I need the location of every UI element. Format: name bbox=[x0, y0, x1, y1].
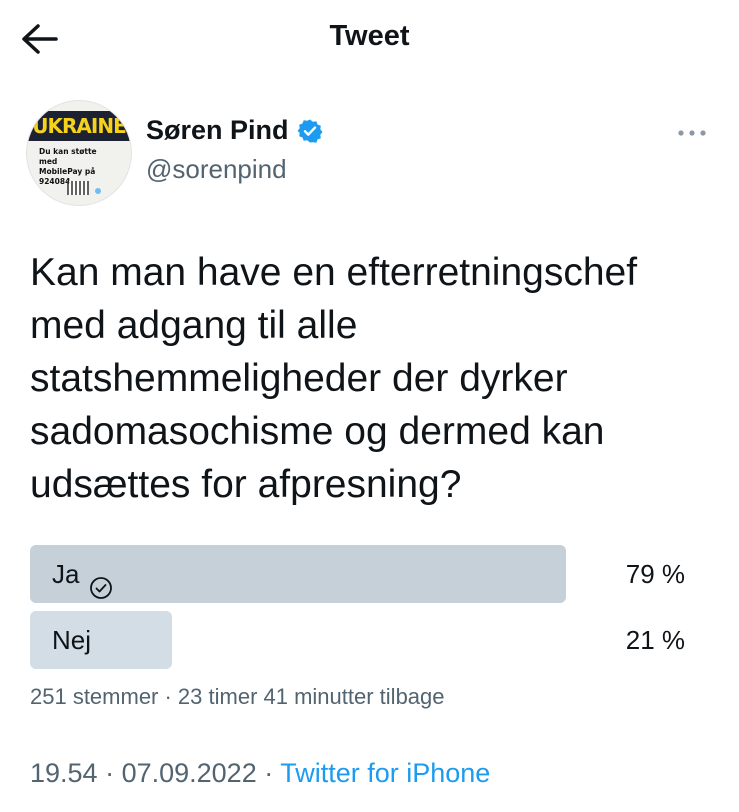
tweet-text: Kan man have en efterretningschef med ad… bbox=[30, 251, 638, 506]
poll-option-percent: 79 % bbox=[625, 559, 685, 589]
poll-option-label: Ja bbox=[52, 545, 113, 603]
check-circle-icon bbox=[89, 562, 113, 599]
poll-meta: 251 stemmer · 23 timer 41 minutter tilba… bbox=[30, 684, 445, 709]
poll-option[interactable]: Nej 21 % bbox=[30, 611, 700, 669]
poll-option-percent: 21 % bbox=[625, 625, 685, 655]
more-dots-icon[interactable] bbox=[672, 124, 712, 142]
author-name-row[interactable]: Søren Pind bbox=[146, 115, 323, 146]
author-handle[interactable]: @sorenpind bbox=[146, 154, 287, 185]
separator: · bbox=[97, 758, 122, 788]
separator: · bbox=[256, 758, 281, 788]
poll-option-label: Nej bbox=[52, 625, 92, 655]
tweet-source-link[interactable]: Twitter for iPhone bbox=[280, 758, 490, 788]
page-title: Tweet bbox=[329, 20, 410, 52]
tweet-date[interactable]: 07.09.2022 bbox=[122, 758, 257, 788]
avatar[interactable]: UKRAINE Du kan støtte med MobilePay på 9… bbox=[26, 100, 132, 206]
poll-option[interactable]: Ja 79 % bbox=[30, 545, 700, 603]
tweet-time[interactable]: 19.54 bbox=[30, 758, 98, 788]
qr-code-icon bbox=[67, 181, 89, 195]
top-bar: Tweet bbox=[0, 0, 739, 80]
avatar-banner: UKRAINE bbox=[27, 111, 131, 141]
author-name[interactable]: Søren Pind bbox=[146, 115, 289, 146]
tweet-timestamp-row: 19.54 · 07.09.2022 · Twitter for iPhone bbox=[30, 758, 490, 789]
verified-badge-icon bbox=[297, 118, 323, 144]
mobilepay-icon bbox=[95, 188, 101, 194]
